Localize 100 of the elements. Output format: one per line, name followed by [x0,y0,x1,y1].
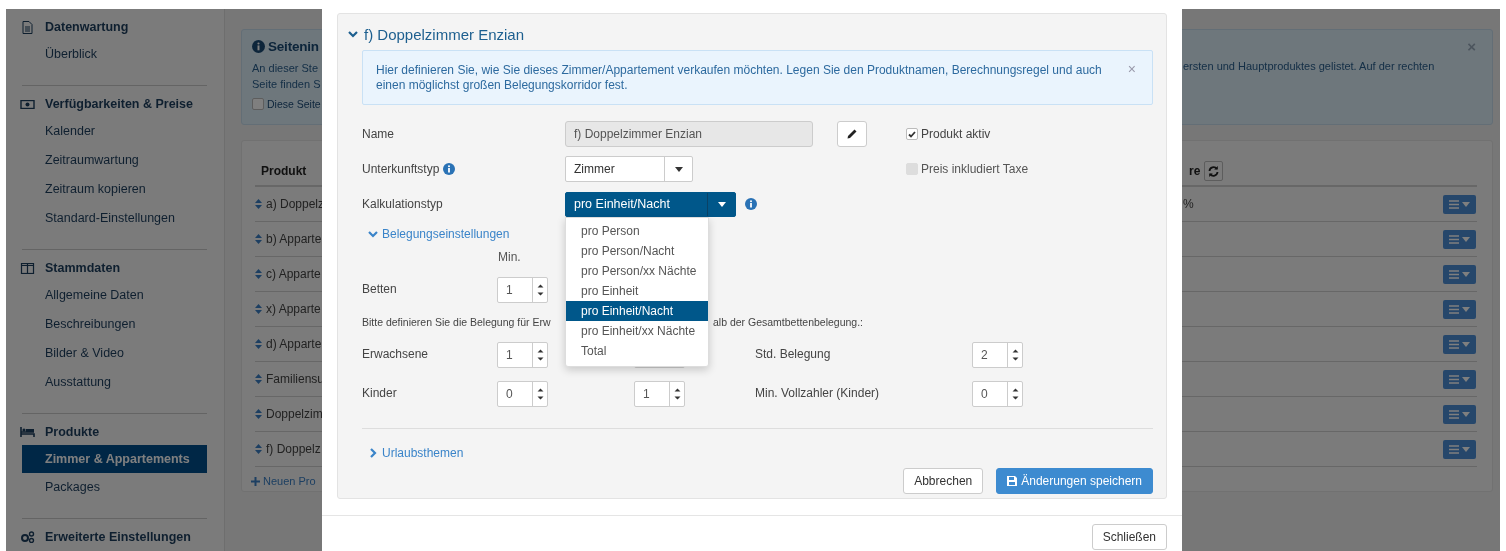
menu-button[interactable] [1443,439,1476,459]
sidebar-item[interactable]: Überblick [22,40,207,69]
sort-icon [255,234,262,244]
refresh-button[interactable] [1204,161,1224,181]
number-field[interactable]: 1 [497,341,548,368]
dropdown[interactable]: Zimmer [565,156,693,182]
caret-icon [1462,411,1470,417]
menu-button[interactable] [1443,299,1476,319]
menu-button[interactable] [1443,369,1476,389]
section-heading: Erweiterte Einstellungen [45,530,191,544]
columns-icon [20,262,35,274]
alert-text: Hier definieren Sie, wie Sie dieses Zimmer/Appartement verkaufen möchten. Legen Sie den Produktnamen, Berechnungsregel und auch einen möglichst großen Belegungskorridor fest. [376,63,1103,93]
menu-icon [1449,199,1459,209]
dropdown-option[interactable]: pro Einheit [566,280,708,301]
sidebar-item[interactable]: Kalender [22,117,207,146]
info-icon [252,40,265,53]
info-icon [443,163,456,175]
info-text: An dieser Ste [252,62,319,74]
field-label: Name [362,127,394,141]
info-text: Seite finden S [252,78,321,90]
menu-button[interactable] [1443,264,1476,284]
sort-icon [255,444,262,454]
sidebar-item[interactable]: Zeitraum kopieren [22,175,207,204]
dropdown-option[interactable]: pro Person [566,220,708,241]
table-cell: % [1183,197,1194,211]
spinner-arrows-icon [536,282,544,297]
number-field[interactable]: 1 [634,380,685,407]
menu-icon [1449,409,1459,419]
number-field[interactable]: 1 [497,276,548,303]
dropdown-option[interactable]: pro Einheit/xx Nächte [566,320,708,341]
checkbox-label: Preis inkludiert Taxe [921,162,1029,176]
field-label: Erwachsene [362,346,430,363]
table-cell: a) Doppelz [266,197,325,211]
panel-title: f) Doppelzimmer Enzian [364,25,525,43]
sidebar-item[interactable]: Bilder & Video [22,339,207,368]
sidebar-item[interactable]: Packages [22,473,207,502]
spinner-arrows-icon [536,347,544,362]
menu-icon [1449,234,1459,244]
checkbox[interactable] [906,128,918,140]
column-header: re [1189,164,1201,178]
dropdown-option[interactable]: pro Person/xx Nächte [566,260,708,281]
close-button[interactable]: Schließen [1091,524,1167,550]
table-cell: f) Doppelz [266,442,321,456]
sort-icon [255,304,262,314]
field-label: Kalkulationstyp [362,197,443,211]
sidebar-item[interactable]: Zimmer & Appartements [22,445,207,473]
column-header: Produkt [261,164,307,178]
bed-icon [20,427,35,437]
section-heading: Produkte [45,425,100,439]
dropdown-option[interactable]: pro Person/Nacht [566,240,708,261]
caret-icon [1462,376,1470,382]
number-field[interactable]: 2 [972,341,1023,368]
gears-icon [20,531,35,543]
sidebar-item[interactable]: Standard-Einstellungen [22,204,207,233]
banknote-icon [20,99,35,109]
sort-icon [255,199,262,209]
sort-icon [255,269,262,279]
caret-icon [1462,201,1470,207]
checkbox[interactable] [252,98,264,110]
dropdown[interactable]: pro Einheit/Nacht [565,191,736,217]
number-field[interactable]: 0 [497,380,548,407]
checkbox-label: Diese Seite [267,98,321,110]
save-button[interactable]: Änderungen speichern [996,468,1153,494]
sidebar-item[interactable]: Ausstattung [22,368,207,397]
caret-icon [1462,271,1470,277]
dropdown-option[interactable]: Total [566,340,708,361]
collapse-link[interactable]: Urlaubsthemen [362,443,464,463]
field-label: Kinder [362,385,398,402]
sort-icon [255,374,262,384]
sort-icon [255,339,262,349]
cancel-button[interactable]: Abbrechen [903,468,984,494]
menu-icon [1449,339,1459,349]
menu-button[interactable] [1443,404,1476,424]
menu-button[interactable] [1443,194,1476,214]
sidebar-item[interactable]: Allgemeine Daten [22,281,207,310]
caret-icon [1462,341,1470,347]
caret-icon [1462,236,1470,242]
table-cell: Familiensu [266,372,325,386]
info-icon [745,198,757,210]
field-label: Std. Belegung [755,346,832,363]
table-cell: b) Apparte [266,232,322,246]
spinner-arrows-icon [536,386,544,401]
section-heading: Datenwartung [45,20,129,34]
menu-button[interactable] [1443,334,1476,354]
number-field[interactable]: 0 [972,380,1023,407]
menu-button[interactable] [1443,229,1476,249]
document-icon [20,20,35,34]
panel-title: Seitenin [268,39,319,54]
edit-button[interactable] [837,121,867,147]
caret-icon [1462,446,1470,452]
field-label: Min. Vollzahler (Kinder) [755,385,881,402]
menu-icon [1449,269,1459,279]
checkmark-icon [908,130,916,138]
sidebar-item[interactable]: Beschreibungen [22,310,207,339]
caret-icon [717,201,726,207]
dropdown-option[interactable]: pro Einheit/Nacht [566,300,708,321]
sidebar-item[interactable]: Zeitraumwartung [22,146,207,175]
field-label: Betten [362,281,398,298]
collapse-link[interactable]: Belegungseinstellungen [362,224,510,244]
plus-icon [251,476,260,486]
